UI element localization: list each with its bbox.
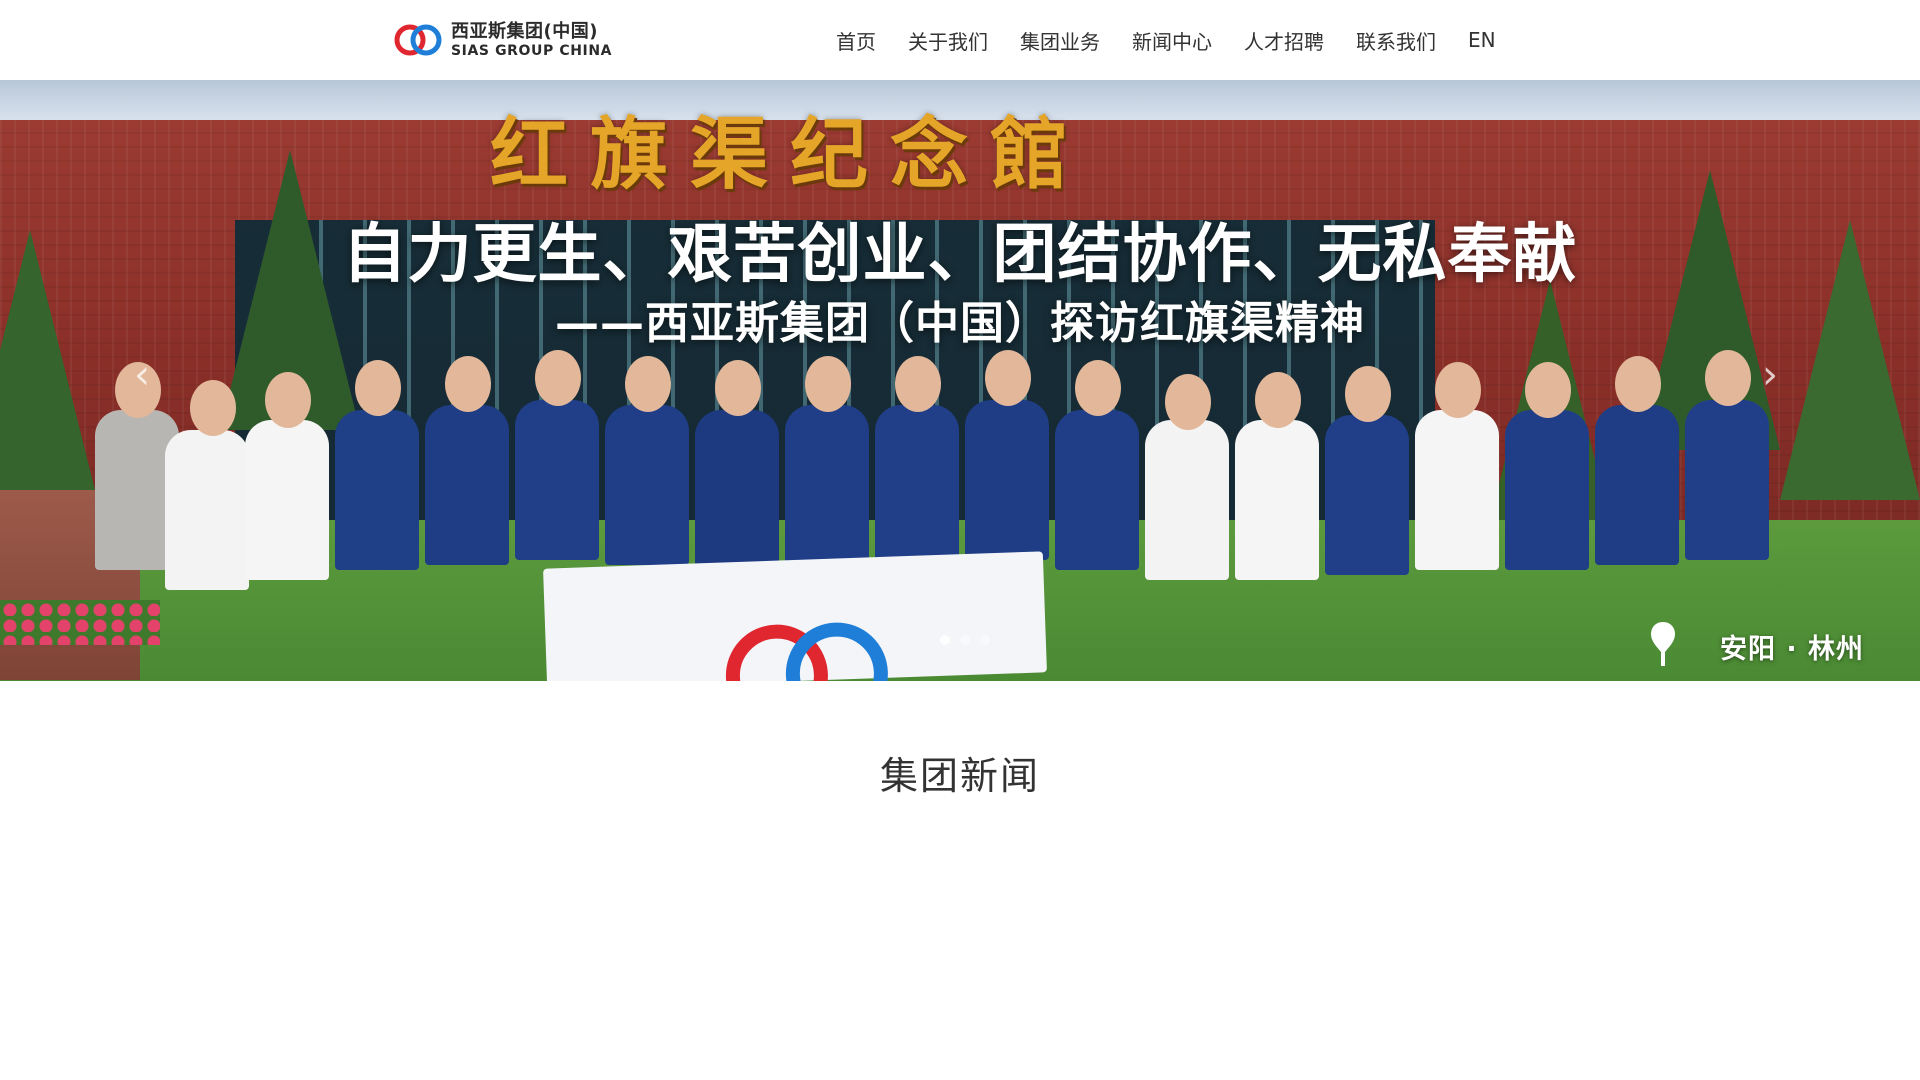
hero-subtitle: ——西亚斯集团（中国）探访红旗渠精神 [555, 298, 1365, 349]
hero-photo-person [1235, 420, 1319, 580]
nav-language-en[interactable]: EN [1468, 28, 1496, 52]
carousel-dot[interactable] [940, 635, 950, 645]
hero-photo-person-head [1615, 356, 1661, 412]
hero-photo-person [965, 400, 1049, 560]
nav-news[interactable]: 新闻中心 [1132, 26, 1212, 55]
hero-photo-person [1145, 420, 1229, 580]
hero-photo-person-head [265, 372, 311, 428]
logo-rings-icon [394, 24, 442, 56]
hero-photo-person-head [895, 356, 941, 412]
nav-careers[interactable]: 人才招聘 [1244, 26, 1324, 55]
hero-title: 自力更生、艰苦创业、团结协作、无私奉献 [342, 218, 1578, 292]
chevron-left-icon: ‹ [134, 352, 150, 398]
hero-photo-person [1505, 410, 1589, 570]
main-nav: 首页 关于我们 集团业务 新闻中心 人才招聘 联系我们 EN [820, 0, 1512, 80]
hero-photo-person-head [355, 360, 401, 416]
hero-photo-person-head [1255, 372, 1301, 428]
logo-text: 西亚斯集团(中国) SIAS GROUP CHINA [451, 20, 613, 59]
hero-photo-person [515, 400, 599, 560]
hero-location-text: 安阳 · 林州 [1720, 633, 1865, 665]
hero-photo-person [605, 405, 689, 565]
logo-name-en: SIAS GROUP CHINA [451, 42, 613, 59]
map-pin-icon [1651, 622, 1675, 666]
hero-photo-person-head [1075, 360, 1121, 416]
carousel-pagination [935, 635, 995, 645]
hero-photo-person-head [625, 356, 671, 412]
hero-photo-person [1055, 410, 1139, 570]
hero-photo-person-head [805, 356, 851, 412]
hero-photo-person [695, 410, 779, 570]
nav-business[interactable]: 集团业务 [1020, 26, 1100, 55]
section-title-group-news: 集团新闻 [879, 754, 1040, 798]
hero-photo-person [1595, 405, 1679, 565]
hero-photo-person-head [715, 360, 761, 416]
hero-photo-person [785, 405, 869, 565]
hero-photo-person-head [535, 350, 581, 406]
hero-photo-person-head [1345, 366, 1391, 422]
hero-building-sign: 红旗渠纪念館 [490, 109, 1091, 200]
carousel-prev-button[interactable]: ‹ [134, 355, 150, 395]
hero-photo-person [1325, 415, 1409, 575]
hero-photo-person [1415, 410, 1499, 570]
hero-photo-person-head [1525, 362, 1571, 418]
logo-name-cn: 西亚斯集团(中国) [451, 20, 598, 42]
hero-carousel[interactable]: 红旗渠纪念館 自力更生、艰苦创业、团结协作、无私奉献 ——西亚斯集团（中国）探访… [0, 80, 1920, 681]
brand-logo[interactable]: 西亚斯集团(中国) SIAS GROUP CHINA [393, 20, 612, 60]
hero-photo-person-head [985, 350, 1031, 406]
hero-photo-person-head [1435, 362, 1481, 418]
hero-photo-person [1685, 400, 1769, 560]
carousel-dot[interactable] [980, 635, 990, 645]
hero-photo-person [335, 410, 419, 570]
hero-photo-person [165, 430, 249, 590]
site-header: 西亚斯集团(中国) SIAS GROUP CHINA 首页 关于我们 集团业务 … [0, 0, 1920, 80]
hero-photo-group-flag [543, 551, 1047, 681]
nav-contact[interactable]: 联系我们 [1356, 26, 1436, 55]
nav-about[interactable]: 关于我们 [908, 26, 988, 55]
flag-logo-rings-icon [725, 622, 888, 681]
hero-photo-person-head [1165, 374, 1211, 430]
nav-home[interactable]: 首页 [836, 26, 876, 55]
hero-photo-person [245, 420, 329, 580]
carousel-next-button[interactable]: › [1762, 355, 1778, 395]
hero-location: 安阳 · 林州 [1648, 620, 1864, 672]
hero-photo-person-head [445, 356, 491, 412]
hero-photo-person-head [190, 380, 236, 436]
chevron-right-icon: › [1762, 352, 1778, 398]
hero-photo-person [875, 405, 959, 565]
carousel-dot[interactable] [960, 635, 970, 645]
hero-photo-person [425, 405, 509, 565]
hero-photo-person-head [1705, 350, 1751, 406]
